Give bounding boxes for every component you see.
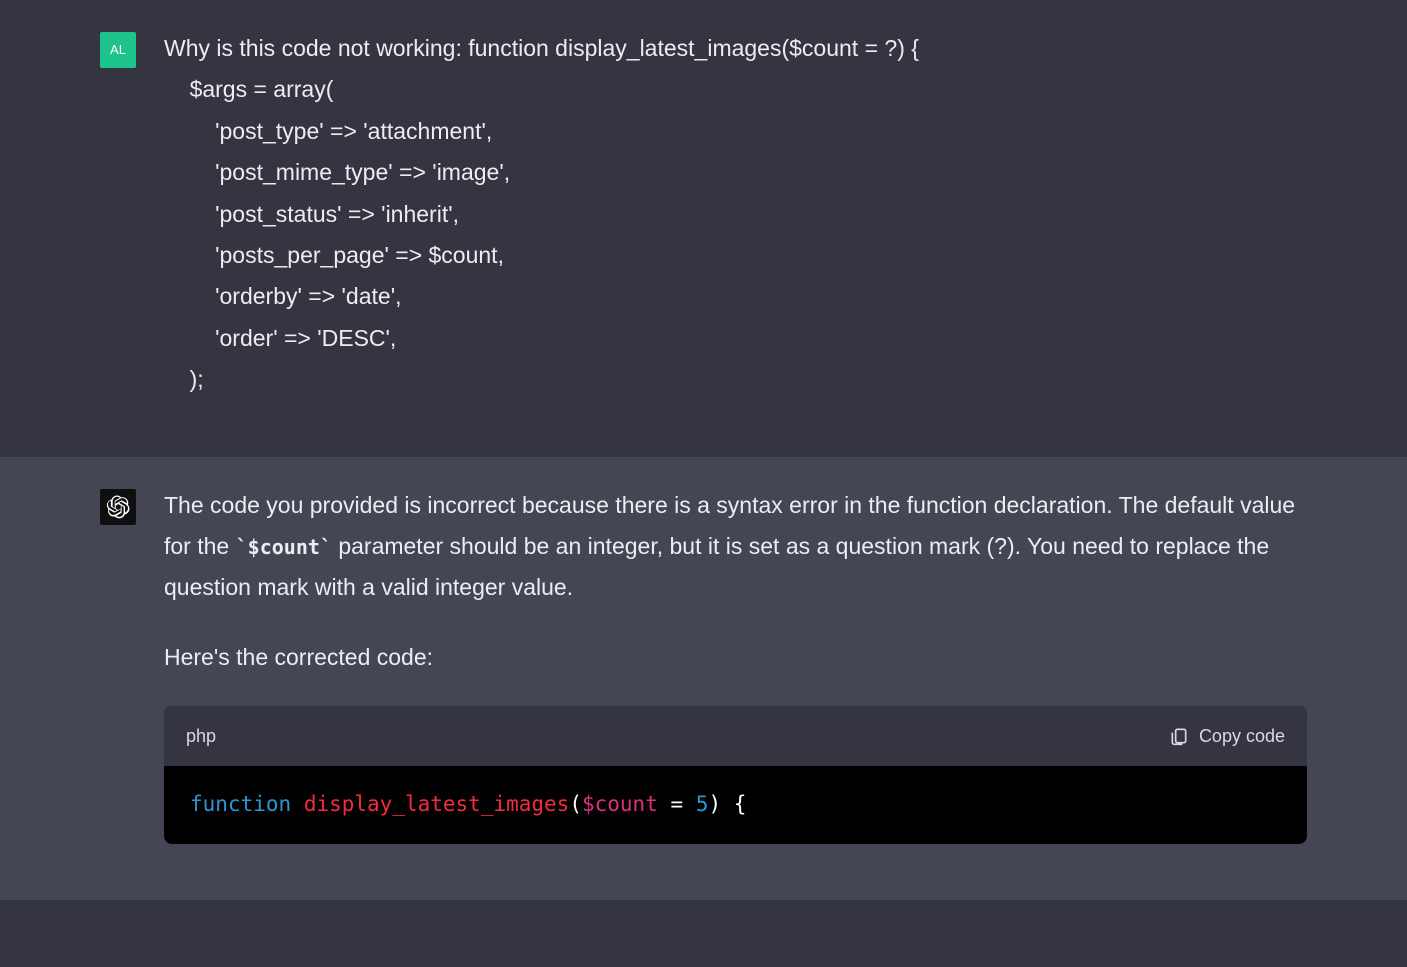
- user-message: AL Why is this code not working: functio…: [0, 0, 1407, 457]
- openai-logo-icon: [106, 495, 130, 519]
- code-block-body: function display_latest_images($count = …: [164, 766, 1307, 844]
- copy-code-label: Copy code: [1199, 720, 1285, 752]
- code-token-operator: =: [658, 792, 696, 816]
- code-token-keyword: function: [190, 792, 291, 816]
- code-token-function: display_latest_images: [304, 792, 570, 816]
- code-block-header: php Copy code: [164, 706, 1307, 766]
- code-language-label: php: [186, 720, 216, 752]
- code-block: php Copy code function display_latest_im…: [164, 706, 1307, 844]
- code-token-punct: {: [721, 792, 746, 816]
- assistant-avatar: [100, 489, 136, 525]
- inline-code: `$count`: [236, 535, 332, 559]
- code-token-punct: (: [569, 792, 582, 816]
- copy-code-button[interactable]: Copy code: [1169, 720, 1285, 752]
- assistant-message: The code you provided is incorrect becau…: [0, 457, 1407, 901]
- user-avatar-initials: AL: [110, 38, 126, 61]
- assistant-message-body: The code you provided is incorrect becau…: [164, 485, 1307, 845]
- code-token-punct: ): [708, 792, 721, 816]
- user-avatar: AL: [100, 32, 136, 68]
- code-token-number: 5: [696, 792, 709, 816]
- assistant-paragraph-2: Here's the corrected code:: [164, 637, 1307, 678]
- user-message-text: Why is this code not working: function d…: [164, 28, 1307, 401]
- assistant-paragraph-1: The code you provided is incorrect becau…: [164, 485, 1307, 609]
- user-message-body: Why is this code not working: function d…: [164, 28, 1307, 401]
- code-token-variable: $count: [582, 792, 658, 816]
- clipboard-icon: [1169, 726, 1189, 746]
